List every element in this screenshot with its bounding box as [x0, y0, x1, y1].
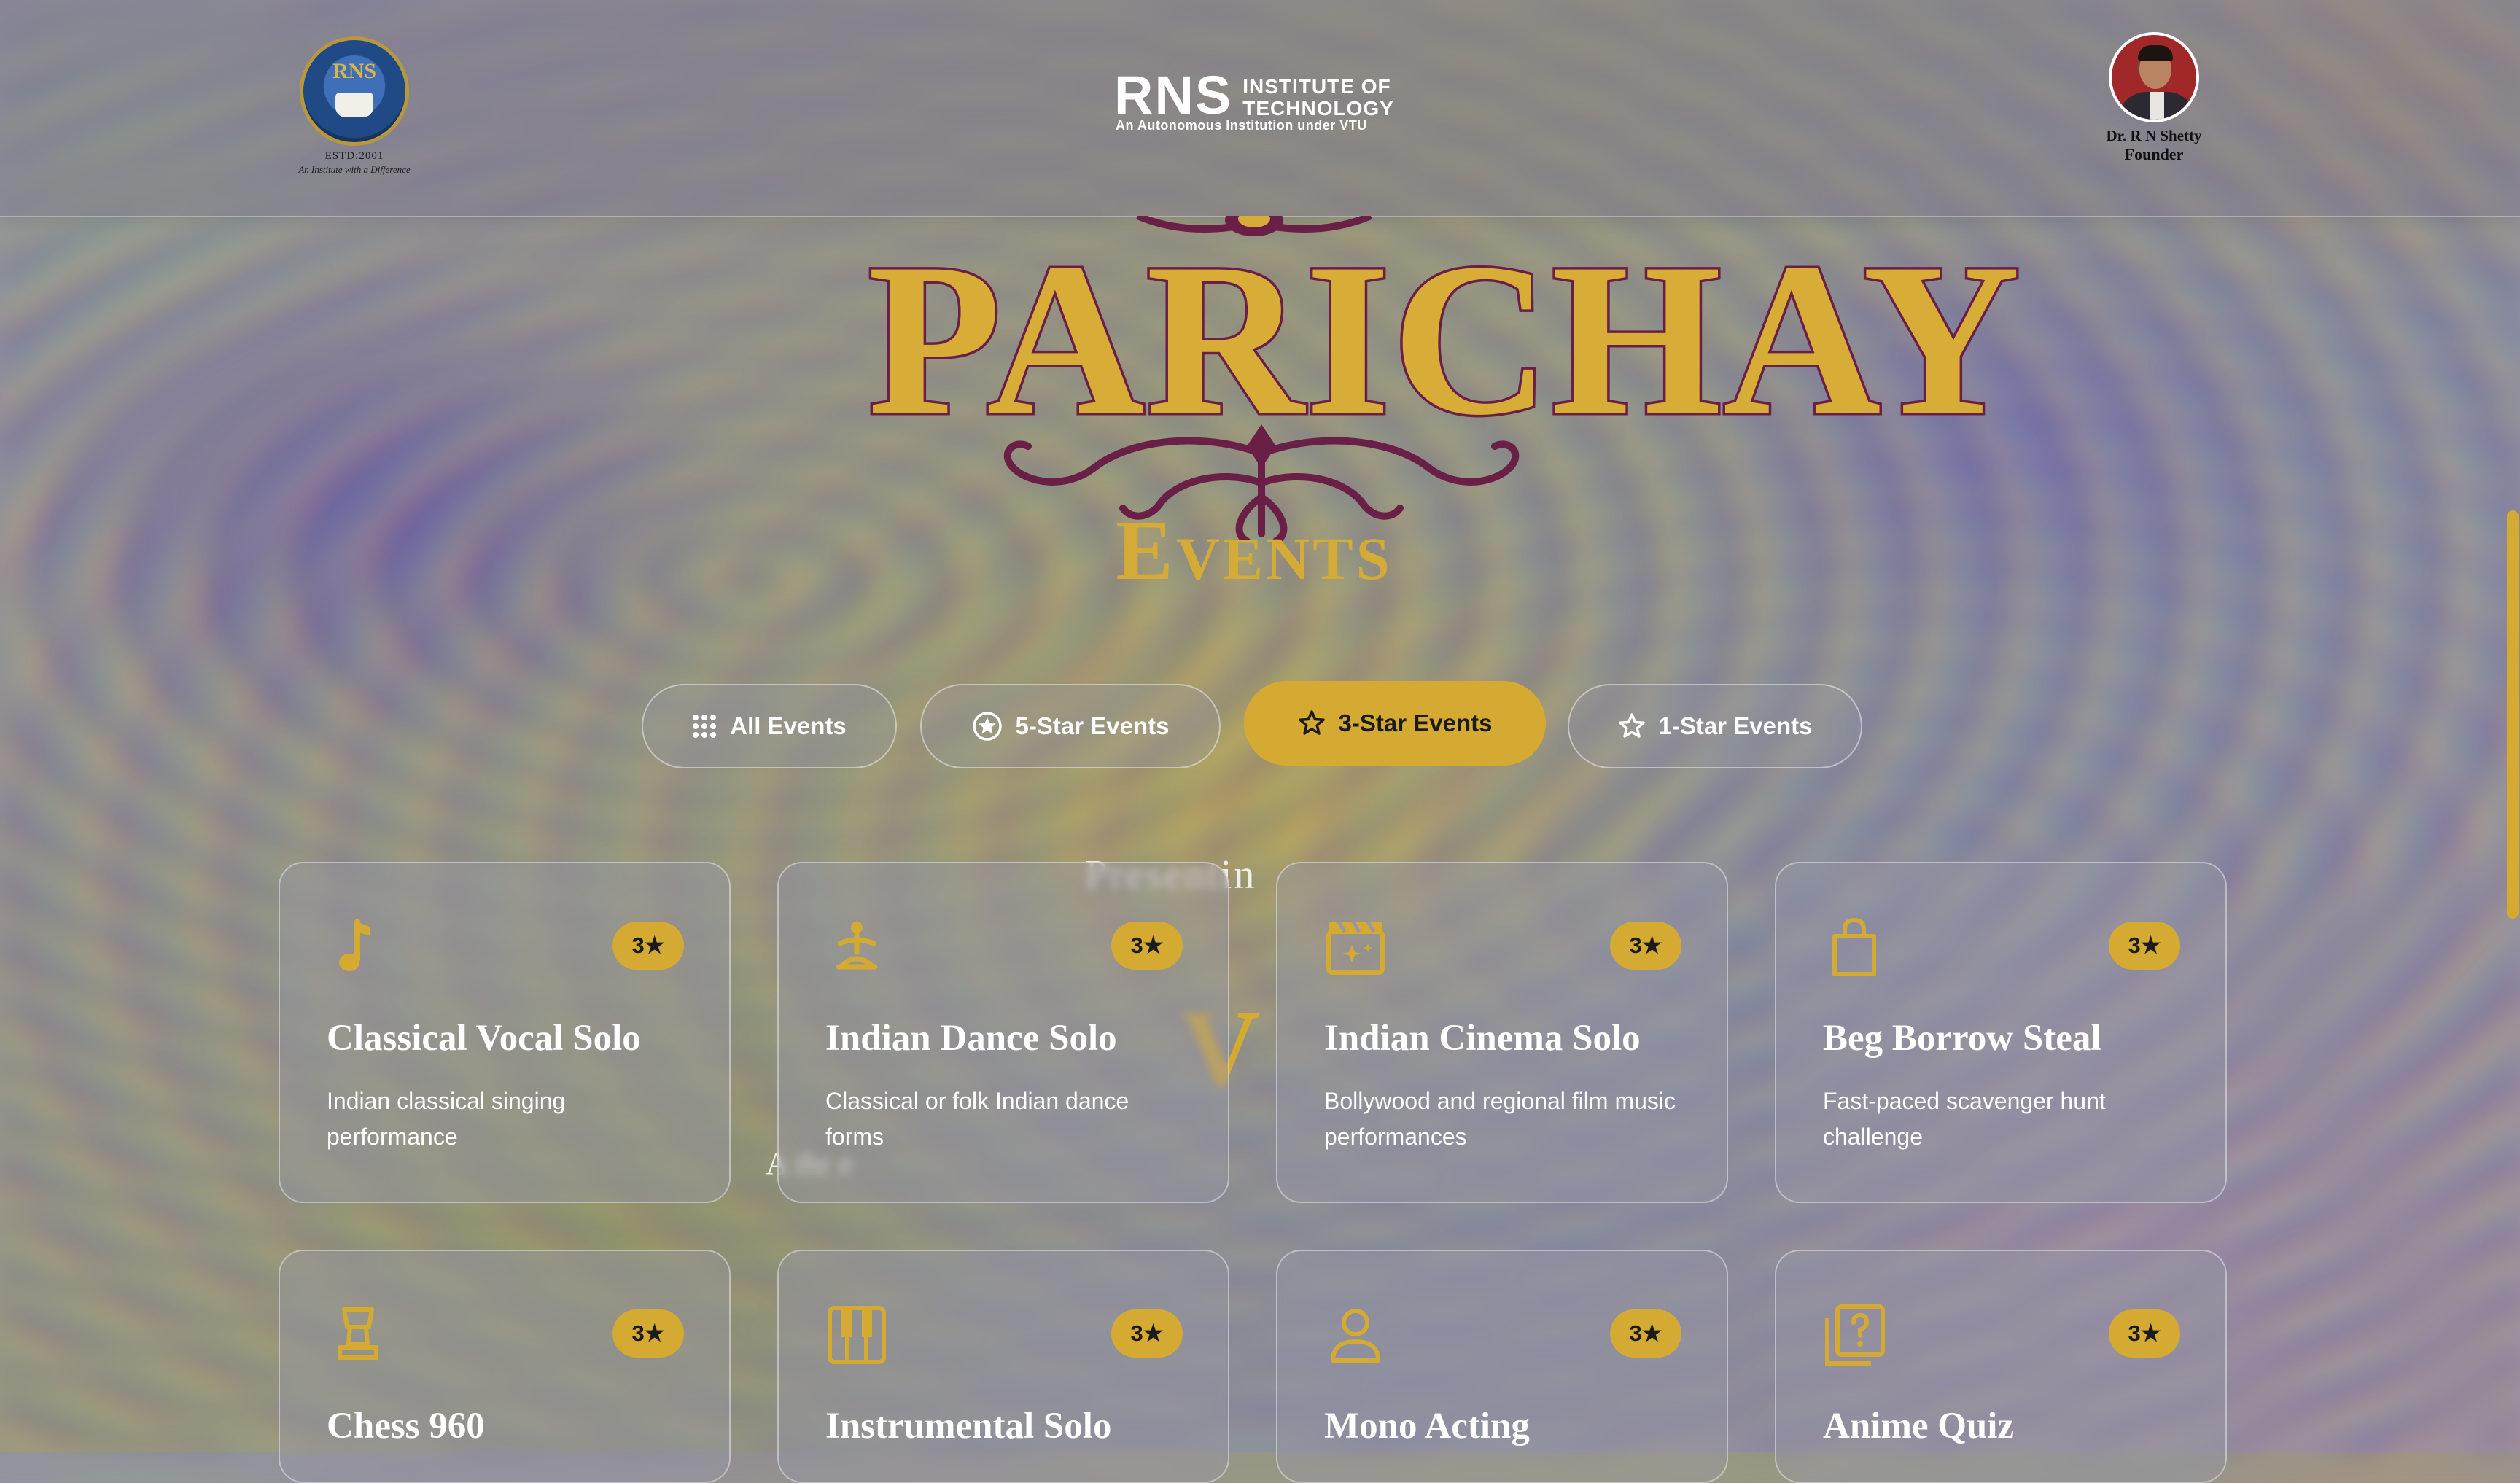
cinema-icon — [1326, 920, 1385, 975]
filter-all-events[interactable]: All Events — [642, 684, 897, 768]
card-description: Indian classical singing performance — [327, 1088, 566, 1150]
filter-label: All Events — [730, 712, 847, 739]
chess-icon — [338, 1307, 378, 1360]
founder-profile[interactable]: Dr. R N Shetty Founder — [2087, 32, 2221, 164]
event-card[interactable]: 3★ Indian Dance Solo Classical or folk I… — [777, 862, 1229, 1203]
card-description: Bollywood and regional film music perfor… — [1324, 1088, 1676, 1150]
filter-3-star-events[interactable]: 3-Star Events — [1244, 681, 1546, 766]
institute-emblem[interactable]: RNS ESTD:2001 An Institute with a Differ… — [283, 36, 426, 176]
quiz-icon — [1825, 1304, 1885, 1366]
card-title: Chess 960 — [327, 1406, 485, 1447]
founder-role: Founder — [2124, 145, 2184, 163]
grid-icon — [693, 715, 717, 738]
piano-icon — [828, 1306, 886, 1364]
hero-subtitle: Events — [1116, 502, 1393, 598]
card-title: Instrumental Solo — [825, 1406, 1112, 1447]
filter-label: 5-Star Events — [1015, 712, 1170, 739]
logo-subtitle: An Autonomous Institution under VTU — [1116, 118, 1367, 133]
shopping-bag-icon — [1832, 917, 1876, 976]
filter-label: 1-Star Events — [1658, 712, 1813, 739]
emblem-estd: ESTD:2001 — [324, 150, 384, 162]
card-title: Classical Vocal Solo — [327, 1018, 641, 1059]
card-title: Beg Borrow Steal — [1823, 1018, 2101, 1059]
event-card[interactable]: 3★ Indian Cinema Solo Bollywood and regi… — [1276, 862, 1728, 1203]
star-badge: 3★ — [1610, 1309, 1681, 1358]
music-note-icon — [339, 919, 370, 971]
logo-line-1: INSTITUTE OF — [1242, 75, 1391, 98]
event-card[interactable]: 3★ Mono Acting — [1276, 1250, 1728, 1483]
event-card[interactable]: 3★ Instrumental Solo — [777, 1250, 1229, 1483]
scrollbar-thumb[interactable] — [2507, 510, 2519, 919]
rns-logo[interactable]: RNS INSTITUTE OF TECHNOLOGY An Autonomou… — [1114, 65, 1394, 133]
card-description: Classical or folk Indian dance forms — [825, 1088, 1129, 1150]
filter-5-star-events[interactable]: 5-Star Events — [920, 684, 1221, 768]
star-badge: 3★ — [2109, 1309, 2180, 1358]
star-icon — [1618, 713, 1645, 738]
hero-title: PARICHAY — [866, 217, 2023, 462]
founder-avatar — [2109, 32, 2199, 122]
logo-line-2: TECHNOLOGY — [1242, 97, 1394, 120]
card-title: Indian Cinema Solo — [1324, 1018, 1641, 1059]
event-card[interactable]: 3★ Anime Quiz — [1775, 1250, 2227, 1483]
star-badge: 3★ — [612, 922, 684, 970]
filter-1-star-events[interactable]: 1-Star Events — [1568, 684, 1862, 768]
star-badge: 3★ — [1111, 1309, 1183, 1358]
emblem-motto: An Institute with a Difference — [298, 164, 411, 175]
emblem-icon: RNS — [300, 36, 409, 146]
star-circle-icon — [972, 712, 1002, 741]
star-icon — [1298, 710, 1325, 735]
dance-icon — [836, 922, 878, 970]
filter-label: 3-Star Events — [1338, 709, 1493, 736]
site-header: RNS ESTD:2001 An Institute with a Differ… — [0, 0, 2520, 217]
book-icon — [335, 93, 373, 117]
card-description: Fast-paced scavenger hunt challenge — [1823, 1088, 2106, 1150]
event-card[interactable]: 3★ Classical Vocal Solo Indian classical… — [279, 862, 731, 1203]
card-title: Mono Acting — [1324, 1406, 1530, 1447]
logo-mark: RNS — [1114, 65, 1233, 125]
star-badge: 3★ — [2109, 922, 2180, 970]
star-badge: 3★ — [1610, 922, 1681, 970]
event-card[interactable]: 3★ Beg Borrow Steal Fast-paced scavenger… — [1775, 862, 2227, 1203]
card-title: Indian Dance Solo — [825, 1018, 1117, 1059]
star-badge: 3★ — [612, 1309, 684, 1358]
card-title: Anime Quiz — [1823, 1406, 2015, 1447]
emblem-mark: RNS — [332, 59, 376, 83]
founder-name: Dr. R N Shetty — [2106, 127, 2202, 144]
person-icon — [1331, 1309, 1380, 1363]
event-card[interactable]: 3★ Chess 960 — [279, 1250, 731, 1483]
star-badge: 3★ — [1111, 922, 1183, 970]
